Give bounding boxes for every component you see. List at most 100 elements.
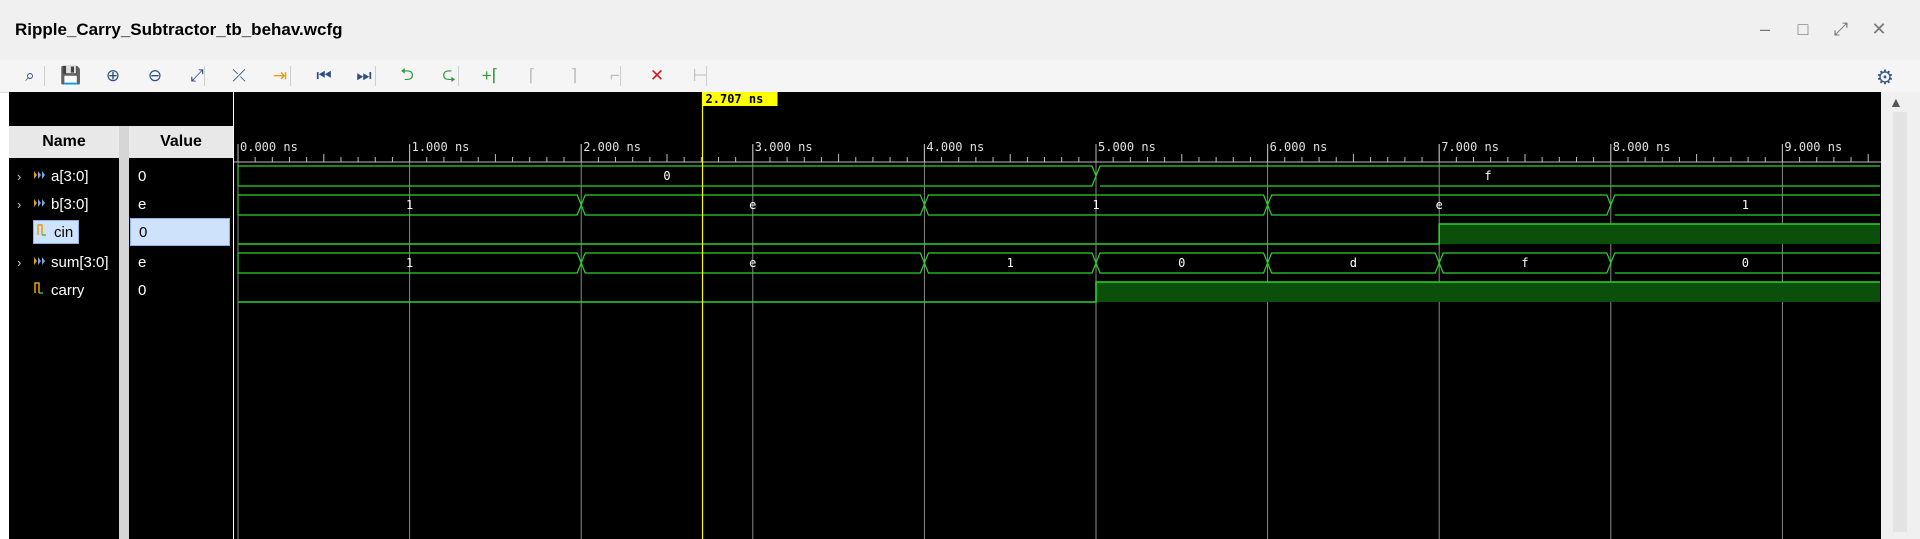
signal-panel: Name Value › a[3:0] 0 › b[3:0] e cin 0 › sum[3:0]… (9, 92, 233, 539)
go-to-start-button[interactable]: ⏮ (310, 63, 338, 89)
close-icon[interactable]: ✕ (1868, 18, 1890, 40)
toolbar-separator (706, 66, 707, 86)
bus-value-label: 0 (663, 169, 670, 183)
skip-start-icon: ⏮ (316, 66, 332, 85)
tick-label: 2.000 ns (583, 140, 641, 154)
signal-name-cell[interactable]: carry (9, 276, 119, 304)
save-icon: 💾 (60, 66, 82, 85)
signal-name-cell[interactable]: › b[3:0] (9, 190, 119, 218)
search-icon: ⌕ (25, 66, 35, 85)
gear-icon[interactable]: ⚙ (1872, 64, 1898, 90)
bus-signal-icon (33, 168, 47, 182)
signal-name-cell[interactable]: › a[3:0] (9, 162, 119, 190)
previous-marker-button[interactable]: ⌈ (518, 63, 546, 89)
signal-value: e (138, 195, 147, 213)
skip-end-icon: ⏭ (356, 66, 372, 85)
toolbar-separator (375, 66, 376, 86)
prev-marker-icon: ⌈ (528, 66, 536, 85)
signal-name: sum[3:0] (33, 254, 109, 271)
bus-value-label: 1 (406, 256, 413, 270)
swap-cursors-button[interactable]: ⌐ (601, 63, 629, 89)
bus-value-label: 1 (1007, 256, 1014, 270)
tick-label: 3.000 ns (755, 140, 813, 154)
name-column-header[interactable]: Name (9, 126, 119, 158)
zoom-out-icon: ⊖ (147, 66, 163, 85)
signal-value: 0 (130, 218, 230, 246)
tick-label: 8.000 ns (1613, 140, 1671, 154)
bus-value-label: f (1521, 256, 1528, 270)
signal-value: 0 (138, 281, 147, 299)
signal-name-text: sum[3:0] (51, 253, 109, 271)
bus-value-label: f (1484, 169, 1491, 183)
add-marker-button[interactable]: +⌈ (476, 63, 504, 89)
signal-row[interactable]: › a[3:0] 0 (9, 162, 233, 190)
bit-signal-icon (33, 281, 47, 295)
swap-cursor-icon: ⌐ (610, 66, 620, 85)
bus-value-label: e (749, 256, 756, 270)
goto-zero-icon: ⇥ (272, 66, 288, 85)
toolbar: ⚙ ⌕ 💾 ⊕ ⊖ ⤢ ⤫ ⇥ ⏮ ⏭ ⮌ ⮎ +⌈ ⌈ ⌉ ⌐ ✕ ⊢ (0, 60, 1920, 93)
zoom-out-button[interactable]: ⊖ (141, 63, 169, 89)
signal-row[interactable]: carry 0 (9, 276, 233, 304)
signal-name: b[3:0] (33, 196, 89, 213)
bus-signal-icon (33, 196, 47, 210)
signal-name-text: cin (54, 224, 74, 241)
signal-row[interactable]: cin 0 (9, 218, 233, 246)
signal-value: 0 (138, 167, 147, 185)
high-level-fill (1439, 224, 1880, 244)
restore-icon[interactable]: □ (1792, 18, 1814, 40)
signal-name-text: carry (51, 282, 85, 299)
value-column-header[interactable]: Value (129, 126, 233, 158)
scrollbar-thumb[interactable] (1893, 112, 1907, 532)
signal-name: carry (33, 281, 84, 299)
bus-value-label: d (1350, 256, 1357, 270)
bus-value-label: e (749, 198, 756, 212)
bus-value-label: 1 (406, 198, 413, 212)
vertical-scrollbar[interactable]: ▲ (1881, 92, 1920, 539)
snap-to-transition-button[interactable]: ⊢ (686, 63, 714, 89)
float-icon[interactable]: ⤢ (1830, 18, 1852, 40)
high-level-fill (1096, 282, 1880, 302)
tick-label: 4.000 ns (926, 140, 984, 154)
cursor-to-zero-button[interactable]: ⤫ (225, 63, 253, 89)
zoom-in-icon: ⊕ (105, 66, 121, 85)
go-to-end-button[interactable]: ⏭ (350, 63, 378, 89)
toolbar-separator (290, 66, 291, 86)
previous-transition-button[interactable]: ⮌ (393, 63, 421, 89)
signal-name-text: b[3:0] (51, 195, 89, 213)
signal-name: a[3:0] (33, 168, 89, 185)
tick-label: 6.000 ns (1270, 140, 1328, 154)
next-marker-icon: ⌉ (570, 66, 578, 85)
tick-label: 1.000 ns (412, 140, 470, 154)
window-controls: – □ ⤢ ✕ (1754, 18, 1890, 40)
signal-row[interactable]: › b[3:0] e (9, 190, 233, 218)
save-button[interactable]: 💾 (57, 63, 85, 89)
bus-value-label: e (1436, 198, 1443, 212)
search-button[interactable]: ⌕ (16, 63, 44, 89)
bus-value-label: 0 (1742, 256, 1749, 270)
toolbar-separator (458, 66, 459, 86)
signal-name-cell[interactable]: › sum[3:0] (9, 248, 119, 276)
cursor-icon: ⤫ (232, 66, 246, 85)
zoom-in-button[interactable]: ⊕ (99, 63, 127, 89)
chevron-right-icon[interactable]: › (17, 197, 33, 212)
tick-label: 9.000 ns (1784, 140, 1842, 154)
window-title: Ripple_Carry_Subtractor_tb_behav.wcfg (15, 20, 343, 39)
chevron-right-icon[interactable]: › (17, 169, 33, 184)
add-marker-icon: +⌈ (481, 66, 499, 85)
bus-signal-icon (33, 254, 47, 268)
tick-label: 0.000 ns (240, 140, 298, 154)
waveform-panel[interactable]: 0.000 ns 1.000 ns 2.000 ns 3.000 ns 4.000 ns… (234, 92, 1881, 539)
minimize-icon[interactable]: – (1754, 18, 1776, 40)
signal-value: e (138, 253, 147, 271)
signal-name-cell[interactable]: cin (9, 218, 119, 246)
bit-signal-icon (36, 223, 50, 237)
toolbar-separator (204, 66, 205, 86)
waveform-canvas[interactable]: 0.000 ns 1.000 ns 2.000 ns 3.000 ns 4.000 ns… (234, 92, 1881, 539)
scroll-up-icon[interactable]: ▲ (1889, 94, 1903, 110)
delete-markers-button[interactable]: ✕ (643, 63, 671, 89)
chevron-right-icon[interactable]: › (17, 255, 33, 270)
signal-row[interactable]: › sum[3:0] e (9, 248, 233, 276)
zoom-fit-button[interactable]: ⤢ (183, 63, 211, 89)
next-marker-button[interactable]: ⌉ (560, 63, 588, 89)
